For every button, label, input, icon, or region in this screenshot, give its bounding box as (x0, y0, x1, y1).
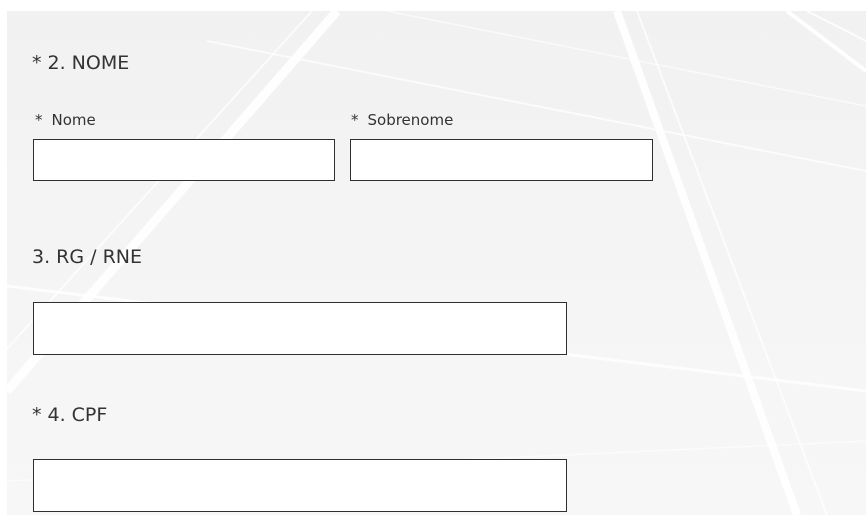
last-name-label-text: Sobrenome (367, 111, 454, 129)
rg-rne-input[interactable] (33, 302, 567, 355)
first-name-label-text: Nome (51, 111, 96, 129)
question-title-nome: * 2. NOME (32, 52, 129, 74)
required-asterisk: * (351, 111, 359, 129)
first-name-input[interactable] (33, 139, 335, 181)
last-name-input[interactable] (350, 139, 653, 181)
question-title-cpf: * 4. CPF (32, 404, 107, 426)
required-asterisk: * (32, 404, 42, 426)
question-title-text: 2. NOME (47, 52, 130, 74)
question-title-text: 3. RG / RNE (32, 246, 142, 268)
cpf-input[interactable] (33, 459, 567, 512)
question-title-rg-rne: 3. RG / RNE (32, 246, 142, 268)
last-name-label: * Sobrenome (351, 111, 453, 129)
required-asterisk: * (32, 52, 42, 74)
question-title-text: 4. CPF (47, 404, 108, 426)
first-name-label: * Nome (35, 111, 96, 129)
required-asterisk: * (35, 111, 43, 129)
